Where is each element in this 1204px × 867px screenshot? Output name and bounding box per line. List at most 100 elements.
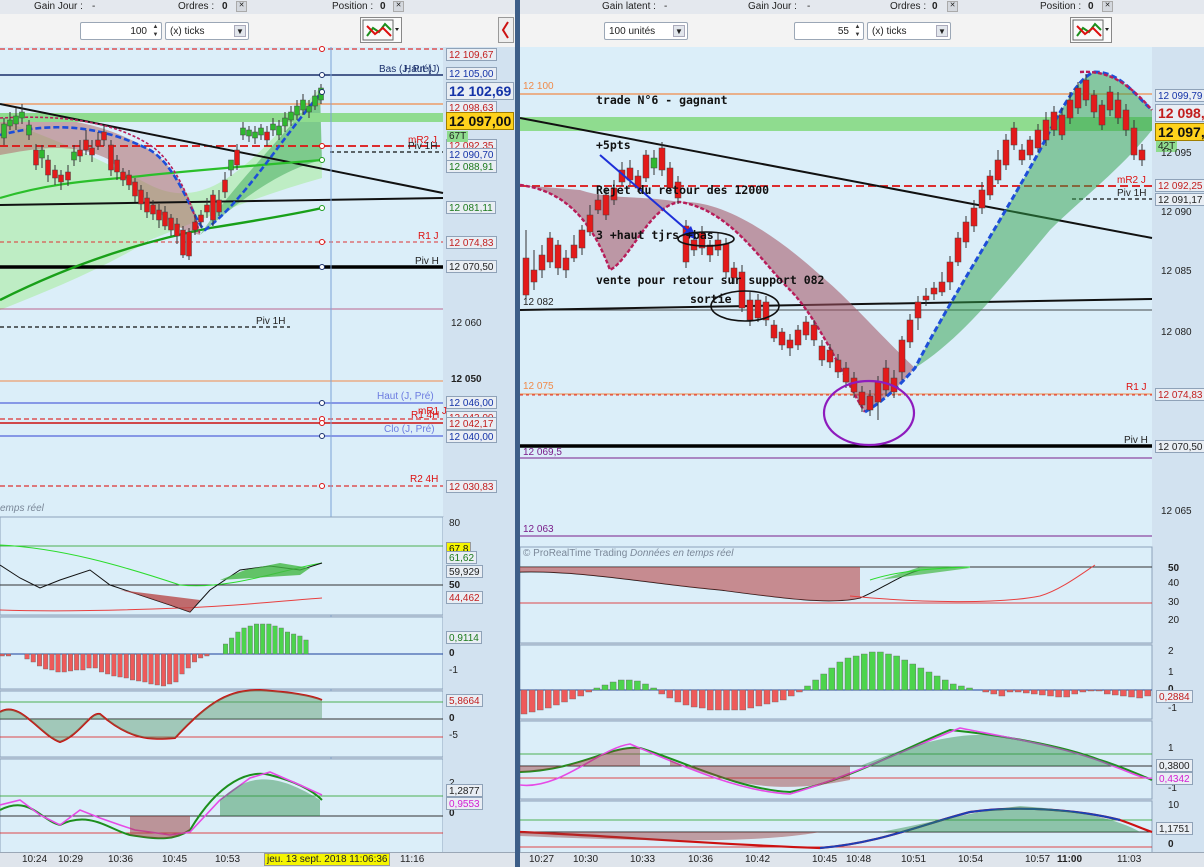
price-tag: 12 088,91: [446, 160, 497, 173]
price-tag: 12 040,00: [446, 430, 497, 443]
annotation-line: trade N°6 - gagnant: [596, 93, 728, 107]
right-watermark: © ProRealTime Trading Données en temps r…: [523, 548, 733, 559]
price-tag: 12 098,: [1155, 104, 1204, 122]
left-axis-tick: 12 050: [451, 374, 482, 385]
right-osc1-tick: 50: [1168, 563, 1180, 574]
left-axis-tick: 12 060: [451, 318, 482, 329]
right-osc2-tick: 2: [1168, 646, 1174, 657]
left-time-tick: 10:36: [108, 854, 134, 865]
left-cursor-time-label: jeu. 13 sept. 2018 11:06:36: [264, 853, 391, 866]
price-tag: 12 097,00: [446, 112, 515, 130]
left-osc4-tag: 0,9553: [446, 797, 483, 810]
right-osc2-tag: 0,2884: [1156, 690, 1193, 703]
right-osc3-tag: 0,4342: [1156, 772, 1193, 785]
right-time-tick: 10:33: [630, 854, 656, 865]
right-axis-tick: 12 065: [1161, 506, 1192, 517]
annotation-line: vente pour retour sur support 082: [596, 273, 825, 287]
price-tag: 12 099,79: [1155, 89, 1204, 102]
right-level-label: 12 082: [523, 297, 554, 308]
left-chart-window: Gain Jour : - Ordres : 0 ✕ Position : 0 …: [0, 0, 515, 867]
right-time-tick: 10:27: [529, 854, 555, 865]
right-time-tick: 10:48: [846, 854, 872, 865]
right-osc4-tick: 0: [1168, 839, 1174, 850]
left-time-axis: 10:24 10:29 10:36 10:45 10:53 jeu. 13 se…: [0, 852, 515, 867]
left-osc1-tag: 44,462: [446, 591, 483, 604]
right-axis-tick: 12 090: [1161, 207, 1192, 218]
right-line-label: Piv 1H: [1117, 188, 1147, 199]
left-line-label: mR1 J: [418, 406, 447, 417]
right-level-label: 12 100: [523, 81, 554, 92]
left-watermark: emps réel: [0, 503, 44, 514]
watermark-brand: © ProRealTime Trading: [523, 548, 628, 559]
left-line-label: R2 4H: [410, 474, 439, 485]
price-tag: 12 074,83: [446, 236, 497, 249]
annotation-line: Rejet du retour des 12000: [596, 183, 770, 197]
price-tag: 12 074,83: [1155, 388, 1204, 401]
left-osc3-tick: -5: [449, 730, 458, 741]
left-time-tick: 10:24: [22, 854, 48, 865]
right-time-tick: 10:54: [958, 854, 984, 865]
right-chart-window: Gain latent : - Gain Jour : - Ordres : 0…: [520, 0, 1204, 867]
price-tag: 12 081,11: [446, 201, 496, 214]
left-osc4-tag: 1,2877: [446, 784, 483, 797]
annotation-line: +5pts: [596, 138, 631, 152]
left-line-label: Piv 1H: [256, 316, 286, 327]
left-time-tick: 10:53: [215, 854, 241, 865]
left-osc3-tag: 5,8664: [446, 694, 483, 707]
right-osc3-tick: 1: [1168, 743, 1174, 754]
left-osc1-tick: 50: [449, 580, 461, 591]
right-axis-tick: 12 080: [1161, 327, 1192, 338]
left-osc2-tick: -1: [449, 665, 458, 676]
right-time-axis: 10:27 10:30 10:33 10:36 10:42 10:45 10:4…: [520, 852, 1204, 867]
right-time-tick: 10:42: [745, 854, 771, 865]
left-osc1-tag: 59,929: [446, 565, 483, 578]
right-line-label: Piv H: [1124, 435, 1148, 446]
price-tag: 12 109,67: [446, 48, 497, 61]
trade-annotation: trade N°6 - gagnant +5pts Rejet du retou…: [596, 63, 824, 318]
left-tick-count: 67T: [447, 131, 469, 142]
price-tag: 12 070,50: [446, 260, 497, 273]
left-line-label: Haut (J, Pré): [377, 391, 434, 402]
right-axis-tick: 12 085: [1161, 266, 1192, 277]
right-osc1-tick: 40: [1168, 578, 1180, 589]
right-time-tick: 11:03: [1117, 854, 1142, 865]
right-time-tick: 10:57: [1025, 854, 1051, 865]
left-line-label: Clo (J, Pré): [384, 424, 435, 435]
left-price-chart[interactable]: [0, 0, 515, 867]
sortie-annotation: sortie: [690, 292, 732, 306]
right-time-tick: 10:45: [812, 854, 838, 865]
right-osc4-tick: 10: [1168, 800, 1180, 811]
right-time-tick: 10:30: [573, 854, 599, 865]
watermark-text: Données en temps réel: [630, 548, 734, 559]
left-osc2-tag: 0,9114: [446, 631, 482, 644]
price-tag: 12 030,83: [446, 480, 497, 493]
right-line-label: mR2 J: [1117, 175, 1146, 186]
right-time-tick: 11:00: [1057, 854, 1083, 865]
left-line-label: Piv 1H: [408, 141, 438, 152]
left-osc2-tick: 0: [449, 648, 455, 659]
right-level-label: 12 063: [523, 524, 554, 535]
price-tag: 12 097,: [1155, 123, 1204, 141]
right-level-label: 12 075: [523, 381, 554, 392]
left-osc1-tag: 61,62: [446, 551, 478, 564]
right-osc4-tag: 1,1751: [1156, 822, 1193, 835]
left-osc1-tick: 80: [449, 518, 461, 529]
price-tag: 12 046,00: [446, 396, 497, 409]
price-tag: 12 102,69: [446, 82, 515, 100]
left-time-tick: 11:16: [400, 854, 425, 865]
annotation-line: 3 +haut tjrs +bas: [596, 228, 714, 242]
right-osc3-tag: 0,3800: [1156, 759, 1193, 772]
left-line-label: R1 J: [418, 231, 439, 242]
left-line-label: Piv H: [415, 256, 439, 267]
price-tag: 12 092,25: [1155, 179, 1204, 192]
right-time-tick: 10:51: [901, 854, 927, 865]
right-level-label: 12 069,5: [523, 447, 562, 458]
price-tag: 12 091,17: [1155, 193, 1204, 206]
price-tag: 12 070,50: [1155, 440, 1204, 453]
price-tag: 12 105,00: [446, 67, 497, 80]
right-line-label: R1 J: [1126, 382, 1147, 393]
left-osc3-tick: 0: [449, 713, 455, 724]
left-time-tick: 10:45: [162, 854, 188, 865]
right-time-tick: 10:36: [688, 854, 714, 865]
left-time-tick: 10:29: [58, 854, 84, 865]
